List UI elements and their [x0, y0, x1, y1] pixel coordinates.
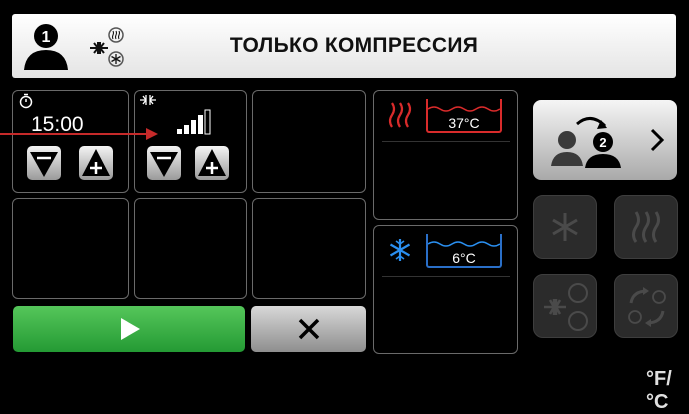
heat-waves-icon [632, 211, 660, 243]
switch-user-button[interactable]: 2 [533, 100, 677, 180]
cold-mode-button[interactable] [533, 195, 597, 259]
plus-triangle-icon [198, 149, 226, 176]
pointer-arrow-line [0, 133, 148, 135]
compression-heat-cold-icon [544, 283, 588, 331]
timer-increase-button[interactable] [79, 146, 113, 180]
heat-waves-icon [388, 102, 412, 128]
mode-header: 1 ТОЛЬКО КОМПРЕССИЯ [12, 14, 676, 78]
snowflake-icon [389, 239, 411, 261]
compression-icon [140, 95, 156, 105]
user-badge-number: 2 [599, 135, 606, 150]
water-level-icon [428, 106, 500, 112]
page-title: ТОЛЬКО КОМПРЕССИЯ [229, 34, 479, 57]
cold-temperature-value: 6°C [426, 234, 502, 268]
timer-tile[interactable]: 15:00 [12, 90, 129, 193]
water-level-icon [428, 241, 500, 247]
empty-slot [12, 198, 129, 299]
minus-triangle-icon [30, 152, 58, 177]
switch-user-icon: 2 [551, 117, 621, 168]
chevron-right-icon [650, 128, 665, 152]
timer-decrease-button[interactable] [27, 146, 61, 180]
cold-temperature-panel[interactable]: 6°C [373, 225, 518, 354]
cold-temperature-text: 6°C [452, 250, 476, 266]
divider [382, 141, 510, 142]
close-icon [298, 318, 320, 340]
heat-mode-button[interactable] [614, 195, 678, 259]
snowflake-icon [552, 213, 578, 241]
pressure-level-bars [177, 109, 211, 135]
minus-triangle-icon [150, 152, 178, 177]
pointer-arrow-head [146, 128, 158, 140]
divider [382, 276, 510, 277]
heat-temperature-panel[interactable]: 37°C [373, 90, 518, 220]
empty-slot [134, 198, 247, 299]
pressure-tile[interactable] [134, 90, 247, 193]
alternating-cycle-icon [628, 287, 666, 327]
pressure-decrease-button[interactable] [147, 146, 181, 180]
pressure-increase-button[interactable] [195, 146, 229, 180]
stop-button[interactable] [251, 306, 366, 352]
plus-triangle-icon [82, 149, 110, 176]
heat-temperature-value: 37°C [426, 99, 502, 133]
heat-temperature-text: 37°C [448, 115, 480, 131]
play-icon [121, 318, 140, 340]
timer-icon [19, 93, 33, 109]
alternating-mode-button[interactable] [614, 274, 678, 338]
units-toggle-button[interactable]: °F/°C [646, 368, 689, 414]
start-button[interactable] [13, 306, 245, 352]
compression-mode-button[interactable] [533, 274, 597, 338]
empty-slot [252, 90, 366, 193]
empty-slot [252, 198, 366, 299]
